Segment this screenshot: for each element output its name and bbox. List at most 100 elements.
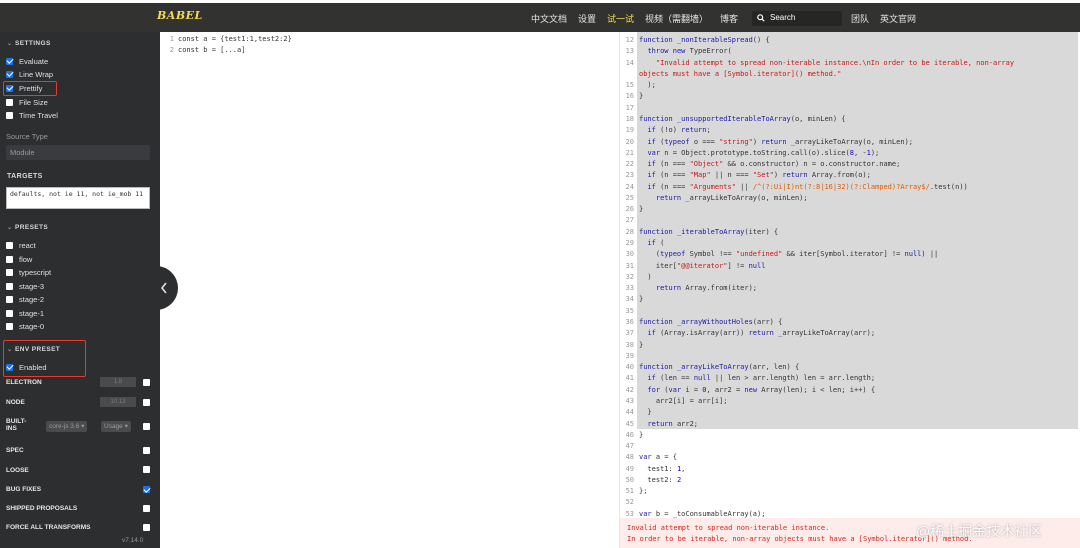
output-code-line: 20 if (typeof o === "string") return _ar…: [625, 137, 914, 146]
electron-checkbox[interactable]: [143, 379, 150, 386]
stage-1-checkbox[interactable]: [6, 309, 13, 317]
targets-input[interactable]: defaults, not ie 11, not ie_mob 11: [6, 187, 150, 209]
output-code-line: 16}: [625, 92, 644, 101]
nav-english-site[interactable]: 英文官网: [880, 12, 916, 25]
usage-select[interactable]: Usage ▾: [101, 421, 131, 432]
corejs-select[interactable]: core-js 3.6 ▾: [46, 421, 88, 432]
nav-team[interactable]: 团队: [851, 12, 869, 25]
output-code-line: 19 if (!o) return;: [625, 126, 711, 135]
output-code-line: 44 }: [625, 408, 652, 417]
line-wrap-checkbox[interactable]: [6, 70, 13, 78]
output-code-line: 26}: [625, 205, 644, 214]
chevron-down-icon: ⌄: [7, 225, 13, 231]
settings-section-header[interactable]: ⌄ SETTINGS: [7, 40, 51, 47]
output-code-line: 41 if (len == null || len > arr.length) …: [625, 374, 876, 383]
output-code-line: 17: [625, 103, 634, 112]
output-code-line: 22 if (n === "Object" && o.constructor) …: [625, 160, 901, 169]
output-code-line: 14 "Invalid attempt to spread non-iterab…: [625, 58, 1015, 67]
output-code-line: 18 function _unsupportedIterableToArray(o…: [625, 114, 846, 123]
output-code-line: 49 test1: 1,: [625, 464, 686, 473]
env-preset-section-header[interactable]: ⌄ ENV PRESET: [7, 346, 60, 353]
preset-typescript[interactable]: typescript: [6, 267, 51, 277]
option-time-travel[interactable]: Time Travel: [6, 110, 58, 120]
chevron-left-icon: [160, 282, 167, 294]
output-code-line: 25 return _arrayLikeToArray(o, minLen);: [625, 193, 808, 202]
time-travel-checkbox[interactable]: [6, 111, 13, 119]
chevron-down-icon: ⌄: [7, 347, 13, 353]
output-code-line: 37 if (Array.isArray(arr)) return _array…: [625, 329, 876, 338]
node-version-input[interactable]: 10.13: [100, 397, 136, 407]
preset-stage-0[interactable]: stage-0: [6, 321, 44, 331]
prettify-highlight: [3, 81, 57, 96]
output-code-line: 34}: [625, 295, 644, 304]
stage-2-checkbox[interactable]: [6, 295, 13, 303]
nav-try-it[interactable]: 试一试: [607, 12, 634, 25]
force-transforms-checkbox[interactable]: [143, 524, 150, 531]
output-code-line: 50 test2: 2: [625, 475, 682, 484]
env-enabled-checkbox[interactable]: [6, 363, 13, 371]
env-loose-row: LOOSE: [6, 466, 29, 474]
typescript-checkbox[interactable]: [6, 268, 13, 276]
output-code-editor[interactable]: 12 function _nonIterableSpread() { 13 thro…: [620, 32, 1080, 548]
targets-header: TARGETS: [7, 173, 43, 180]
preset-stage-1[interactable]: stage-1: [6, 308, 44, 318]
env-spec-row: SPEC: [6, 446, 24, 454]
output-code-line: 30 (typeof Symbol !== "undefined" && ite…: [625, 250, 939, 259]
output-code-line: 43 arr2[i] = arr[i];: [625, 396, 728, 405]
builtins-checkbox[interactable]: [143, 423, 150, 430]
search-icon: [757, 14, 765, 22]
output-code-line: 29 if (: [625, 239, 665, 248]
preset-react[interactable]: react: [6, 240, 36, 250]
output-code-line: 47: [625, 442, 634, 451]
env-shipped-row: SHIPPED PROPOSALS: [6, 504, 78, 512]
preset-flow[interactable]: flow: [6, 254, 32, 264]
electron-version-input[interactable]: 1.8: [100, 377, 136, 387]
stage-3-checkbox[interactable]: [6, 282, 13, 290]
output-code-line: 28 function _iterableToArray(iter) {: [625, 227, 779, 236]
code-line: 2 const b = [...a]: [169, 46, 246, 54]
preset-stage-3[interactable]: stage-3: [6, 281, 44, 291]
shipped-proposals-checkbox[interactable]: [143, 505, 150, 512]
output-code-line: 21 var n = Object.prototype.toString.cal…: [625, 148, 880, 157]
babel-logo[interactable]: BABEL: [157, 9, 203, 22]
spec-checkbox[interactable]: [143, 447, 150, 454]
output-code-line: 31 iter["@@iterator"] != null: [625, 261, 766, 270]
chevron-down-icon: ⌄: [7, 41, 13, 47]
file-size-checkbox[interactable]: [6, 98, 13, 106]
search-box[interactable]: Search: [752, 11, 842, 26]
input-code-editor[interactable]: 1 const a = {test1:1,test2:2} 2 const b = …: [160, 32, 620, 548]
output-code-line: 32 ): [625, 272, 652, 281]
nav-chinese-docs[interactable]: 中文文档: [531, 12, 567, 25]
output-code-line: 46}: [625, 430, 644, 439]
output-code-line: 13 throw new TypeError(: [625, 47, 732, 56]
env-bugfixes-row: BUG FIXES: [6, 485, 42, 493]
react-checkbox[interactable]: [6, 241, 13, 249]
bugfixes-checkbox[interactable]: [143, 486, 150, 493]
flow-checkbox[interactable]: [6, 255, 13, 263]
output-code-line: objects must have a [Symbol.iterator]() …: [639, 69, 842, 78]
loose-checkbox[interactable]: [143, 466, 150, 473]
nav-settings[interactable]: 设置: [578, 12, 596, 25]
node-checkbox[interactable]: [143, 399, 150, 406]
stage-0-checkbox[interactable]: [6, 322, 13, 330]
option-line-wrap[interactable]: Line Wrap: [6, 69, 53, 79]
presets-section-header[interactable]: ⌄ PRESETS: [7, 224, 48, 231]
output-code-line: 12 function _nonIterableSpread() {: [625, 36, 770, 44]
output-code-line: 40 function _arrayLikeToArray(arr, len) {: [625, 363, 800, 372]
evaluate-checkbox[interactable]: [6, 57, 13, 65]
watermark-text: @稀土掘金技术社区: [916, 523, 1043, 539]
env-preset-enabled[interactable]: Enabled: [6, 362, 47, 372]
output-code-line: 42 for (var i = 0, arr2 = new Array(len)…: [625, 385, 876, 394]
output-code-line: 15 );: [625, 81, 656, 90]
nav-videos[interactable]: 视频（需翻墙）: [645, 12, 708, 25]
env-force-row: FORCE ALL TRANSFORMS: [6, 523, 91, 531]
option-file-size[interactable]: File Size: [6, 97, 48, 107]
source-type-select[interactable]: Module: [6, 145, 150, 160]
output-code-line: 52: [625, 498, 634, 507]
preset-stage-2[interactable]: stage-2: [6, 294, 44, 304]
output-code-line: 48 var a = {: [625, 453, 677, 462]
output-code-line: 23 if (n === "Map" || n === "Set") retur…: [625, 171, 871, 180]
top-navigation-bar: BABEL 中文文档 设置 试一试 视频（需翻墙） 博客 Search 团队 英…: [0, 3, 1080, 32]
nav-blog[interactable]: 博客: [720, 12, 738, 25]
option-evaluate[interactable]: Evaluate: [6, 56, 48, 66]
